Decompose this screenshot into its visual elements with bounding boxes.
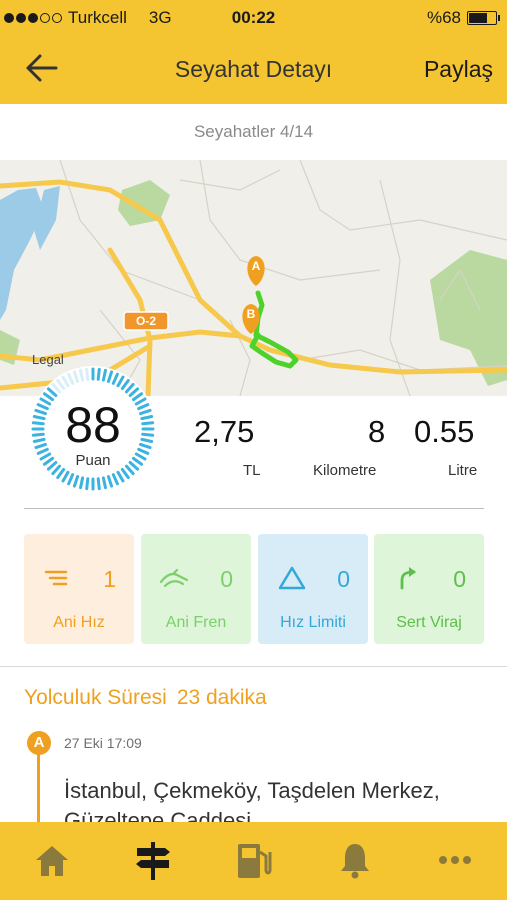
score-tick: [124, 382, 135, 394]
battery-icon: [467, 11, 500, 25]
score-tick: [51, 382, 62, 394]
score-tick: [96, 367, 101, 381]
event-card-braking[interactable]: 0 Ani Fren: [141, 534, 251, 644]
score-tick: [120, 467, 130, 480]
score-tick: [111, 473, 119, 486]
score-label: Puan: [75, 452, 111, 469]
event-count: 0: [220, 566, 233, 592]
event-card-sharp-turn[interactable]: 0 Sert Viraj: [374, 534, 484, 644]
event-count: 1: [103, 566, 116, 592]
score-tick: [85, 477, 90, 491]
map-canvas: [0, 160, 507, 396]
score-tick: [106, 370, 114, 383]
tab-bar: [0, 822, 507, 900]
more-icon: [439, 856, 471, 864]
score-tick: [85, 367, 90, 381]
section-divider: [0, 666, 507, 667]
score-tick: [128, 387, 140, 398]
score-value: 88: [65, 397, 121, 453]
tab-notifications[interactable]: [333, 838, 377, 882]
marker-end-label: B: [246, 307, 256, 321]
event-count: 0: [453, 566, 466, 592]
duration-value: 23 dakika: [176, 686, 267, 709]
fuel-pump-icon: [238, 844, 272, 878]
start-time: 27 Eki 17:09: [64, 735, 142, 751]
score-tick: [96, 477, 101, 491]
distance-unit: Kilometre: [313, 462, 377, 479]
event-label: Ani Fren: [165, 614, 227, 631]
home-icon: [36, 846, 68, 876]
score-tick: [72, 370, 80, 383]
score-tick: [67, 473, 75, 486]
score-tick: [72, 475, 80, 488]
event-card-speed-limit[interactable]: 0 Hız Limiti: [258, 534, 368, 644]
tab-fuel[interactable]: [232, 838, 276, 882]
score-tick: [79, 476, 85, 490]
event-label: Ani Hız: [53, 614, 105, 631]
journey-duration: Yolculuk Süresi 23 dakika: [24, 686, 267, 710]
marker-start-label: A: [251, 259, 261, 273]
share-button[interactable]: Paylaş: [424, 56, 493, 83]
score-gauge: 88 Puan: [30, 366, 156, 492]
timeline-line: [37, 752, 40, 822]
fuel-unit: Litre: [448, 462, 478, 479]
map-legal-link[interactable]: Legal: [32, 352, 64, 367]
score-tick: [106, 475, 114, 488]
fuel-value: 0.55: [414, 414, 475, 449]
cost-value: 2,75: [194, 414, 255, 449]
event-card-acceleration[interactable]: 1 Ani Hız: [24, 534, 134, 644]
header: Turkcell 3G 00:22 %68 Seyahat Detayı Pay…: [0, 0, 507, 104]
tab-home[interactable]: [30, 838, 74, 882]
battery-percent: %68: [426, 8, 461, 27]
score-tick: [46, 387, 58, 398]
score-tick: [56, 378, 66, 391]
event-count: 0: [337, 566, 350, 592]
score-tick: [111, 372, 119, 385]
start-point-marker: A: [27, 731, 51, 755]
road-badge-label: O-2: [135, 314, 156, 328]
status-bar: Turkcell 3G 00:22 %68: [0, 6, 507, 30]
trips-signpost-icon: [136, 842, 170, 880]
score-tick: [79, 368, 85, 382]
braking-icon: [159, 568, 189, 588]
score-tick: [61, 375, 70, 388]
notifications-bell-icon: [341, 844, 369, 879]
sharp-turn-icon: [400, 567, 416, 590]
cost-unit: TL: [243, 462, 261, 479]
tab-more[interactable]: [433, 838, 477, 882]
stats-divider: [24, 508, 484, 509]
navigation-bar: Seyahat Detayı Paylaş: [0, 48, 507, 92]
event-label: Hız Limiti: [280, 614, 346, 631]
acceleration-icon: [44, 570, 68, 586]
score-tick: [56, 467, 66, 480]
score-tick: [61, 470, 70, 483]
score-tick: [101, 476, 107, 490]
event-label: Sert Viraj: [396, 614, 462, 631]
distance-value: 8: [368, 414, 386, 449]
tab-trips[interactable]: [131, 838, 175, 882]
score-tick: [67, 372, 75, 385]
score-tick: [120, 378, 130, 391]
duration-label: Yolculuk Süresi: [24, 686, 167, 709]
speed-limit-icon: [278, 566, 306, 590]
trip-counter: Seyahatler 4/14: [193, 122, 314, 141]
score-tick: [101, 368, 107, 382]
score-tick: [116, 375, 125, 388]
route-map[interactable]: O-2 A B Legal: [0, 160, 507, 396]
score-tick: [116, 470, 125, 483]
